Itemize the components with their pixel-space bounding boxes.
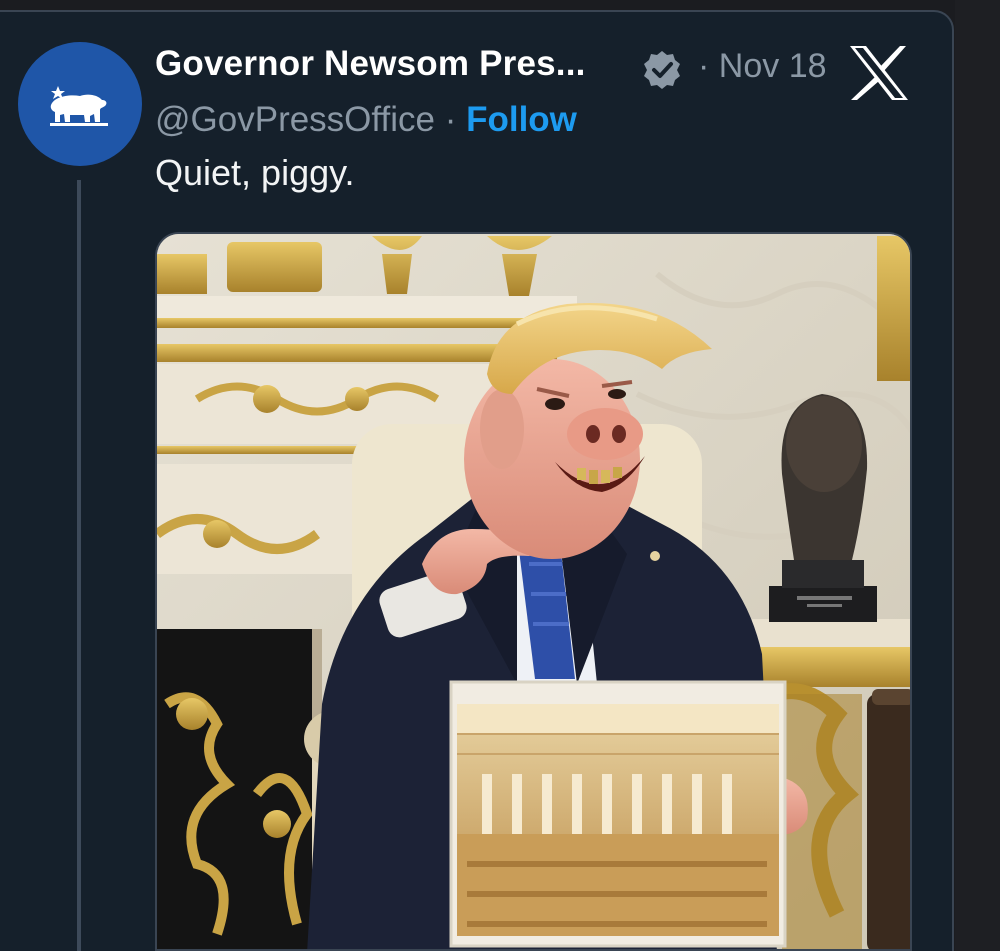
tweet-text: Quiet, piggy.: [155, 152, 355, 193]
handle[interactable]: @GovPressOffice: [155, 100, 435, 139]
thread-line: [77, 180, 81, 951]
background-strip: [955, 0, 1000, 951]
separator-dot: ·: [698, 47, 710, 85]
handle-row: @GovPressOffice · Follow: [155, 100, 577, 140]
tweet-image[interactable]: [155, 232, 912, 951]
image-illustration: [157, 234, 910, 949]
timestamp[interactable]: · Nov 18: [698, 47, 827, 86]
display-name[interactable]: Governor Newsom Pres...: [155, 44, 586, 84]
screenshot: Governor Newsom Pres... · Nov 18 @GovPre…: [0, 0, 1000, 951]
tweet-date[interactable]: Nov 18: [719, 47, 827, 85]
x-logo-icon[interactable]: [848, 44, 910, 102]
verified-badge-icon: [644, 51, 680, 89]
avatar[interactable]: [18, 42, 142, 166]
separator-dot: ·: [444, 100, 467, 139]
california-bear-icon: [50, 86, 108, 126]
follow-button[interactable]: Follow: [466, 100, 577, 139]
